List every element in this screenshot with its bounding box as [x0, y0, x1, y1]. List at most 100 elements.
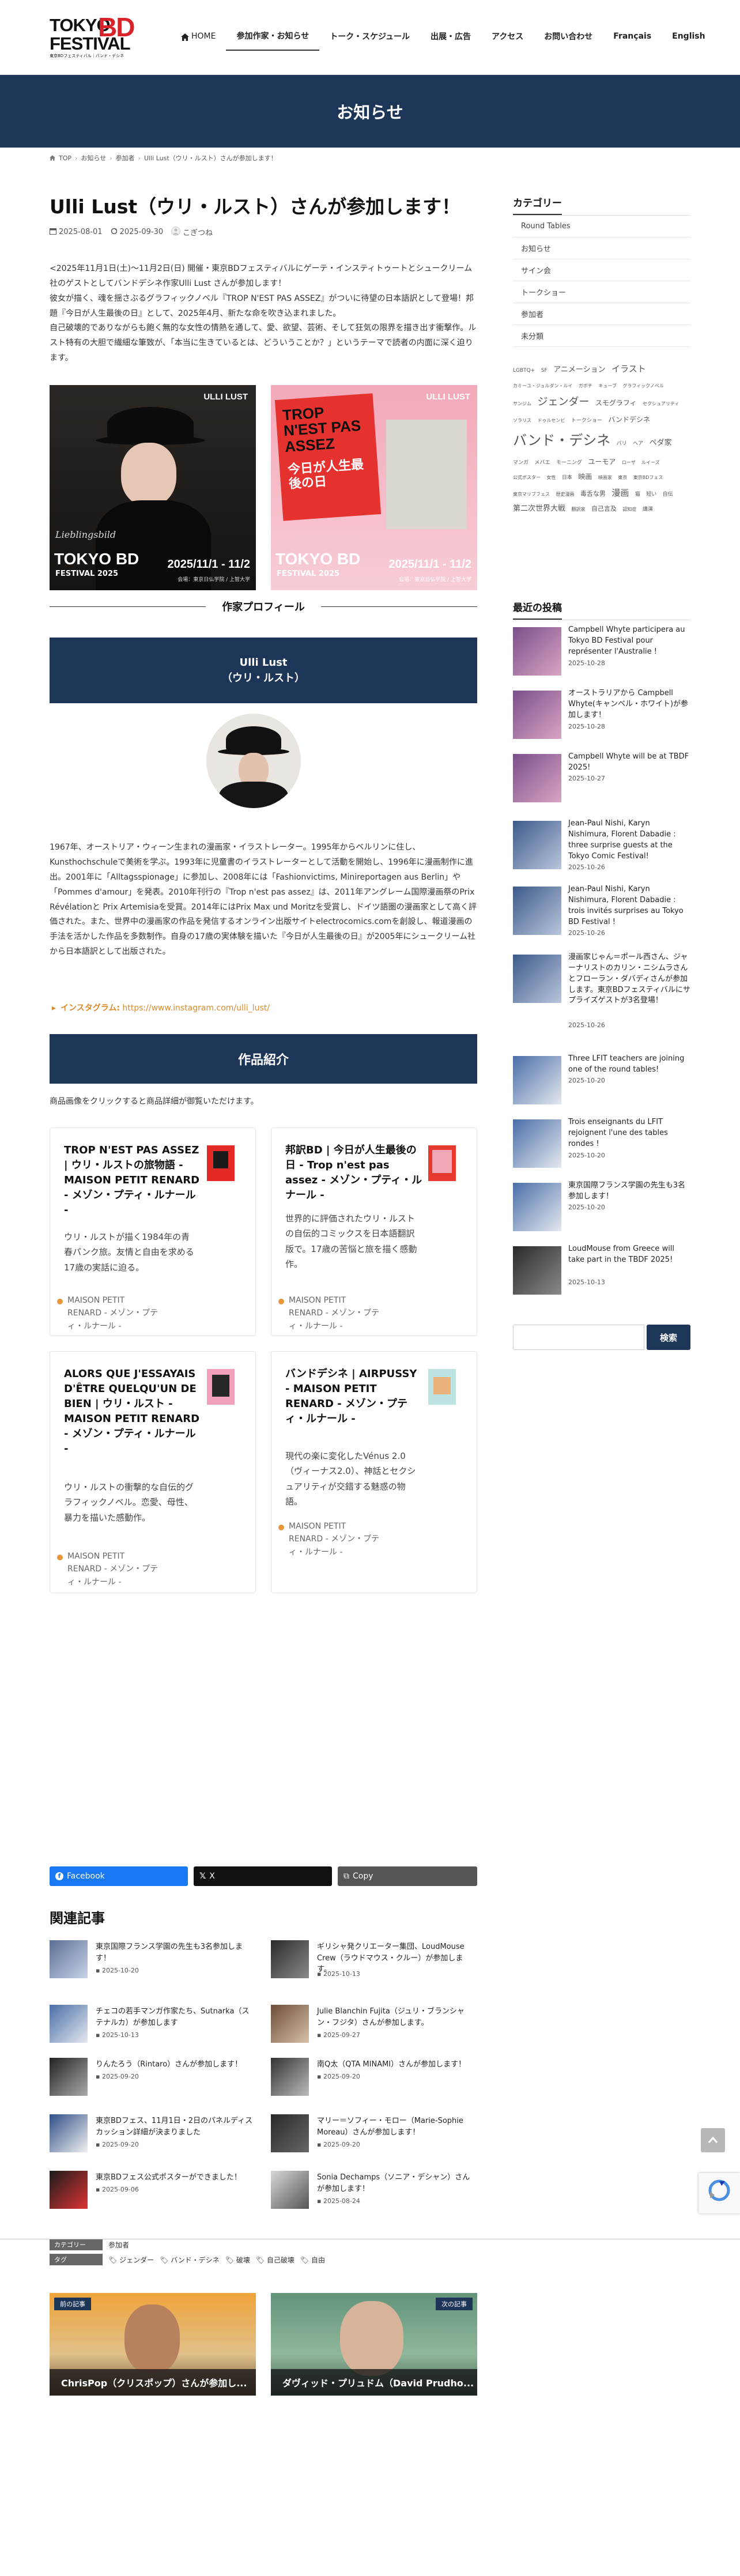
recent-post[interactable]: Jean-Paul Nishi, Karyn Nishimura, Floren… [513, 884, 690, 940]
related-item[interactable]: Sonia Dechamps（ソニア・デシャン）さんが参加します！ ▪ 2025-… [271, 2171, 477, 2211]
work-card-thumbnail[interactable] [207, 1369, 235, 1405]
related-thumbnail[interactable] [271, 2171, 309, 2209]
tag-cloud-item[interactable]: カミーユ・ジュルダン・ルイ [513, 383, 572, 389]
tag-cloud-item[interactable]: ジェンダー [537, 396, 589, 408]
tag-cloud-item[interactable]: LGBTQ+ [513, 368, 535, 374]
related-item[interactable]: Julie Blanchin Fujita（ジュリ・ブランシャン・フジタ）さんが… [271, 2005, 477, 2045]
recent-post[interactable]: LoudMouse from Greece will take part in … [513, 1244, 690, 1299]
next-post-card[interactable]: 次の記事 ダヴィッド・プリュドム（David Prudho... [271, 2293, 477, 2396]
tag-cloud-item[interactable]: キューブ [598, 383, 617, 389]
scroll-to-top-button[interactable] [701, 2128, 725, 2152]
nav-contact[interactable]: お問い合わせ [534, 22, 603, 51]
recent-post[interactable]: Three LFIT teachers are joining one of t… [513, 1054, 690, 1109]
recent-post[interactable]: 東京国際フランス学園の先生も3名参加します！ 2025-10-20 [513, 1180, 690, 1236]
work-card-thumbnail[interactable] [428, 1369, 456, 1405]
related-item[interactable]: マリー＝ソフィー・モロー（Marie-Sophie Moreau）さんが参加しま… [271, 2114, 477, 2155]
related-title[interactable]: Sonia Dechamps（ソニア・デシャン）さんが参加します！ [317, 2172, 477, 2194]
tag-cloud-item[interactable]: 東京BDフェス [633, 475, 663, 480]
tag-cloud-item[interactable]: 日本 [562, 475, 572, 481]
tag-cloud-item[interactable]: ルイーズ [641, 460, 660, 465]
related-thumbnail[interactable] [271, 2005, 309, 2043]
tag-cloud-item[interactable]: ガボチ [579, 383, 592, 389]
tag-cloud-item[interactable]: スモグラフィ [595, 399, 637, 407]
tag-cloud-item[interactable]: 短い [646, 492, 656, 497]
recent-post[interactable]: オーストラリアから Campbell Whyte(キャンベル・ホワイト)が参加し… [513, 688, 690, 744]
tag-link[interactable]: 🏷 破壊 [225, 2255, 250, 2265]
related-title[interactable]: 東京BDフェス、11月1日・2日のパネルディスカッション詳細が決まりました [96, 2115, 256, 2138]
prev-post-card[interactable]: 前の記事 ChrisPop（クリスポップ）さんが参加し... [50, 2293, 256, 2396]
post-author-name[interactable]: こぎつね [183, 229, 213, 237]
related-item[interactable]: 東京BDフェス、11月1日・2日のパネルディスカッション詳細が決まりました ▪ 2… [50, 2114, 256, 2155]
recent-post-title[interactable]: Campbell Whyte will be at TBDF 2025! [568, 752, 690, 774]
tag-cloud-item[interactable]: 翻訳家 [571, 507, 585, 512]
sidebar-category-item[interactable]: トークショー [513, 281, 690, 303]
tag-cloud-item[interactable]: 講演 [643, 507, 653, 512]
recent-post-thumbnail[interactable] [513, 1246, 561, 1295]
tag-cloud-item[interactable]: ユーモア [588, 458, 616, 466]
tag-link[interactable]: 🏷 自己破壊 [256, 2255, 295, 2265]
related-title[interactable]: 南Q太（QTA MINAMI）さんが参加します！ [317, 2059, 477, 2070]
tag-cloud-item[interactable]: セクシュアリティ [643, 401, 679, 406]
sidebar-category-item[interactable]: サイン会 [513, 259, 690, 281]
related-thumbnail[interactable] [271, 2114, 309, 2152]
sidebar-category-item[interactable]: 未分類 [513, 325, 690, 347]
recent-post-thumbnail[interactable] [513, 691, 561, 739]
recent-post-title[interactable]: Jean-Paul Nishi, Karyn Nishimura, Floren… [568, 884, 690, 927]
tag-cloud-item[interactable]: 自己言及 [591, 505, 617, 512]
tag-cloud-item[interactable]: サンジム [513, 401, 531, 406]
work-card-title[interactable]: ALORS QUE J'ESSAYAIS D'ÊTRE QUELQU'UN DE… [64, 1367, 202, 1457]
tag-cloud-item[interactable]: ペダ家 [650, 439, 672, 447]
work-card-title[interactable]: 邦訳BD | 今日が人生最後の日 - Trop n'est pas assez … [285, 1143, 424, 1203]
related-item[interactable]: 東京BDフェス公式ポスターができました！ ▪ 2025-09-06 [50, 2171, 256, 2211]
recent-post-thumbnail[interactable] [513, 955, 561, 1003]
tag-cloud-item[interactable]: メバエ [534, 460, 550, 466]
instagram-link[interactable]: https://www.instagram.com/ulli_lust/ [122, 1004, 270, 1013]
nav-exhibit-ads[interactable]: 出展・広告 [420, 22, 481, 51]
tag-cloud-item[interactable]: ヘア [633, 441, 643, 447]
related-thumbnail[interactable] [271, 2058, 309, 2096]
work-card-thumbnail[interactable] [428, 1145, 456, 1181]
breadcrumb-news[interactable]: お知らせ [81, 153, 106, 163]
related-item[interactable]: ギリシャ発クリエーター集団、LoudMouse Crew（ラウドマウス・クルー）… [271, 1940, 477, 1981]
recent-post-thumbnail[interactable] [513, 627, 561, 676]
tag-cloud-item[interactable]: 第二次世界大戦 [513, 504, 565, 513]
related-item[interactable]: 南Q太（QTA MINAMI）さんが参加します！ ▪ 2025-09-20 [271, 2058, 477, 2098]
tag-cloud-item[interactable]: ソラリス [513, 418, 531, 423]
search-input[interactable] [513, 1325, 644, 1350]
related-thumbnail[interactable] [50, 1940, 88, 1978]
related-item[interactable]: チェコの若手マンガ作家たち、Sutnarka（ステナルカ）が参加します ▪ 202… [50, 2005, 256, 2045]
tag-cloud-item[interactable]: トークショー [571, 418, 602, 424]
breadcrumb-participants[interactable]: 参加者 [116, 153, 135, 163]
tag-cloud-item[interactable]: 猫 [635, 492, 640, 497]
tag-cloud-item[interactable]: 認知症 [622, 507, 636, 512]
tag-cloud-item[interactable]: 東京 [618, 475, 627, 480]
tag-cloud-item[interactable]: グラフィックノベル [622, 383, 663, 389]
recaptcha-badge[interactable] [699, 2173, 740, 2213]
related-title[interactable]: マリー＝ソフィー・モロー（Marie-Sophie Moreau）さんが参加しま… [317, 2115, 477, 2138]
tag-cloud-item[interactable]: ローザ [622, 460, 636, 465]
prev-post-title[interactable]: ChrisPop（クリスポップ）さんが参加し... [50, 2369, 256, 2396]
related-title[interactable]: 東京国際フランス学園の先生も3名参加します！ [96, 1941, 256, 1964]
nav-home[interactable]: HOME [171, 22, 226, 51]
related-thumbnail[interactable] [271, 1940, 309, 1978]
recent-post-thumbnail[interactable] [513, 821, 561, 869]
related-thumbnail[interactable] [50, 2114, 88, 2152]
tag-cloud-item[interactable]: 映画家 [598, 475, 612, 480]
related-thumbnail[interactable] [50, 2005, 88, 2043]
tag-cloud-item[interactable]: アニメーション [553, 365, 605, 374]
recent-post-thumbnail[interactable] [513, 754, 561, 802]
tag-cloud-item[interactable]: 歴史漫画 [556, 492, 574, 497]
recent-post-thumbnail[interactable] [513, 1056, 561, 1104]
related-title[interactable]: Julie Blanchin Fujita（ジュリ・ブランシャン・フジタ）さんが… [317, 2006, 477, 2028]
nav-english[interactable]: English [662, 22, 715, 51]
share-facebook-button[interactable]: f Facebook [50, 1866, 188, 1886]
work-card[interactable]: TROP N'EST PAS ASSEZ | ウリ・ルストの旅物語 - MAIS… [50, 1127, 256, 1336]
recent-post-thumbnail[interactable] [513, 1119, 561, 1168]
sidebar-category-item[interactable]: お知らせ [513, 237, 690, 259]
tag-cloud-item[interactable]: パリ [617, 441, 627, 447]
recent-post-thumbnail[interactable] [513, 1183, 561, 1231]
recent-post-title[interactable]: 漫画家じゃん＝ポール西さん、ジャーナリストのカリン・ニシムラさんとフローラン・ダ… [568, 952, 690, 1006]
work-card-title[interactable]: バンドデシネ | AIRPUSSY - MAISON PETIT RENARD … [285, 1367, 424, 1427]
tag-link[interactable]: 🏷 バンド・デシネ [160, 2255, 220, 2265]
recent-post-title[interactable]: Three LFIT teachers are joining one of t… [568, 1054, 690, 1076]
